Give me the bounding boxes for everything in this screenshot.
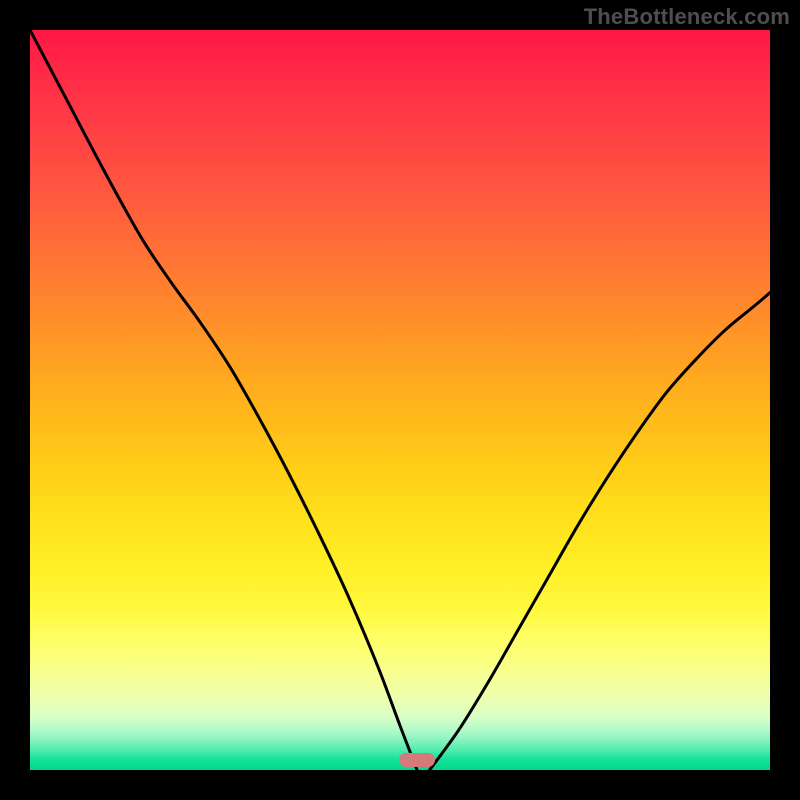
optimal-marker <box>399 753 435 767</box>
watermark-text: TheBottleneck.com <box>584 4 790 30</box>
bottleneck-curve <box>30 30 770 770</box>
plot-area <box>30 30 770 770</box>
chart-frame: TheBottleneck.com <box>0 0 800 800</box>
curve-left-branch <box>30 30 417 770</box>
curve-right-branch <box>430 293 770 770</box>
